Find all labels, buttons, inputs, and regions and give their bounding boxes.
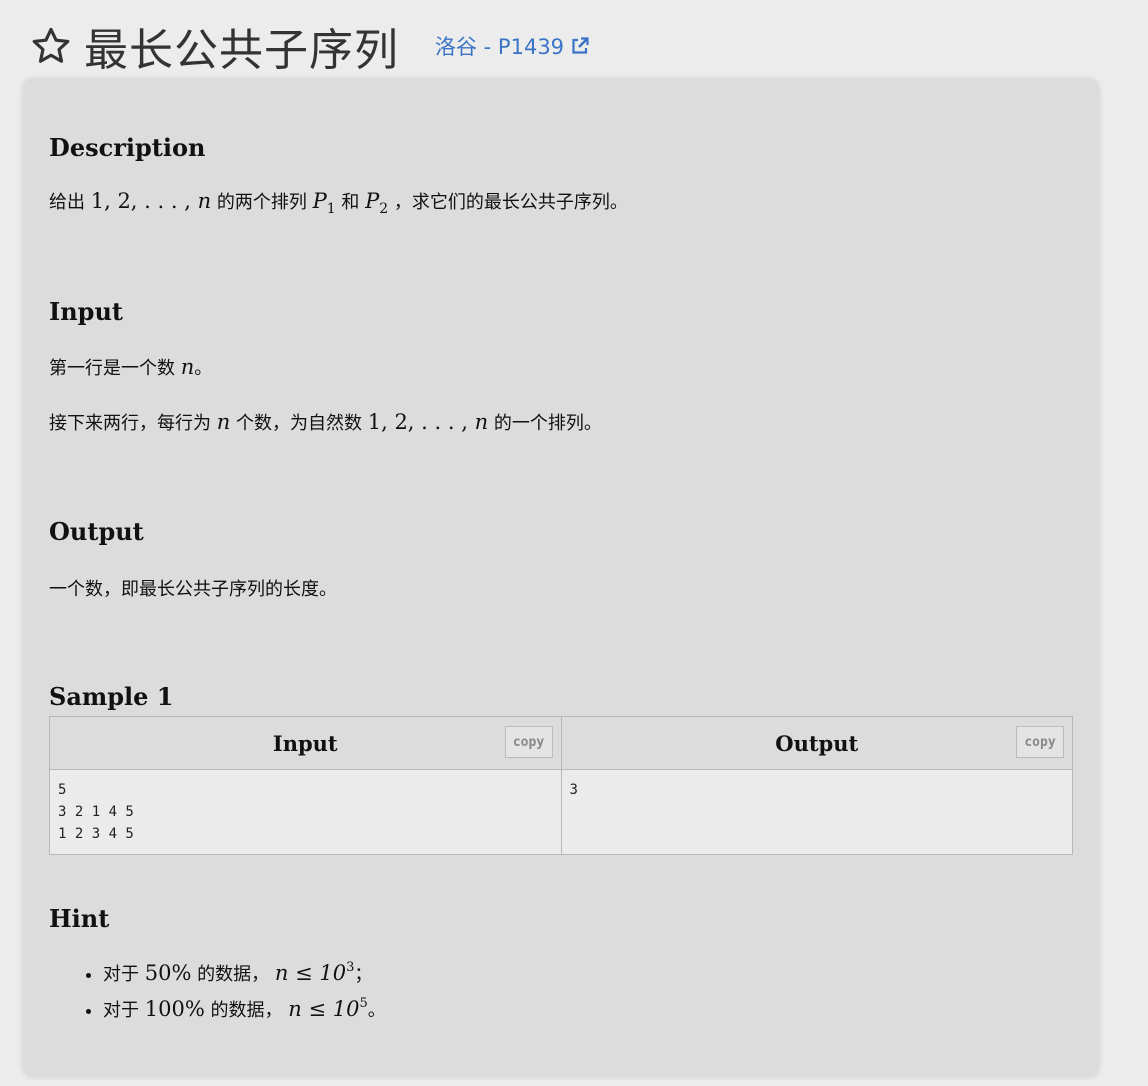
page-header: 最长公共子序列 洛谷 - P1439 — [30, 18, 590, 76]
output-heading: Output — [49, 517, 144, 546]
sample-output-text[interactable]: 3 — [562, 770, 1073, 810]
problem-card: Description 给出 1, 2, . . . , n 的两个排列 P1 … — [23, 78, 1099, 1076]
source-link[interactable]: 洛谷 - P1439 — [435, 31, 590, 61]
hint-heading: Hint — [49, 904, 110, 933]
problem-title: 最长公共子序列 — [84, 25, 399, 76]
sample-input-text[interactable]: 5 3 2 1 4 5 1 2 3 4 5 — [50, 770, 561, 854]
copy-input-button[interactable]: copy — [504, 726, 553, 758]
sample-heading: Sample 1 — [49, 682, 174, 711]
sample-input-header: Input copy — [49, 716, 562, 770]
sample-input-cell: 5 3 2 1 4 5 1 2 3 4 5 — [49, 769, 562, 855]
description-text: 给出 1, 2, . . . , n 的两个排列 P1 和 P2 ，求它们的最长… — [49, 189, 628, 217]
description-heading: Description — [49, 133, 206, 162]
input-line-2: 接下来两行，每行为 n 个数，为自然数 1, 2, . . . , n 的一个排… — [49, 410, 602, 434]
external-link-icon — [572, 37, 589, 54]
copy-output-button[interactable]: copy — [1016, 726, 1064, 758]
sample-table: Input copy Output copy 5 3 2 1 4 5 1 2 3… — [49, 716, 1073, 855]
input-heading: Input — [49, 297, 123, 326]
star-icon[interactable] — [30, 25, 72, 67]
source-link-label: 洛谷 - P1439 — [435, 35, 565, 59]
hint-list: 对于 50% 的数据， n ≤ 103； 对于 100% 的数据， n ≤ 10… — [49, 950, 386, 1022]
output-text: 一个数，即最长公共子序列的长度。 — [49, 579, 337, 600]
hint-item-2: 对于 100% 的数据， n ≤ 105。 — [103, 986, 386, 1022]
hint-item-1: 对于 50% 的数据， n ≤ 103； — [103, 950, 386, 986]
input-line-1: 第一行是一个数 n。 — [49, 355, 213, 379]
sample-output-header: Output copy — [560, 716, 1073, 770]
sample-output-cell: 3 — [560, 769, 1073, 855]
